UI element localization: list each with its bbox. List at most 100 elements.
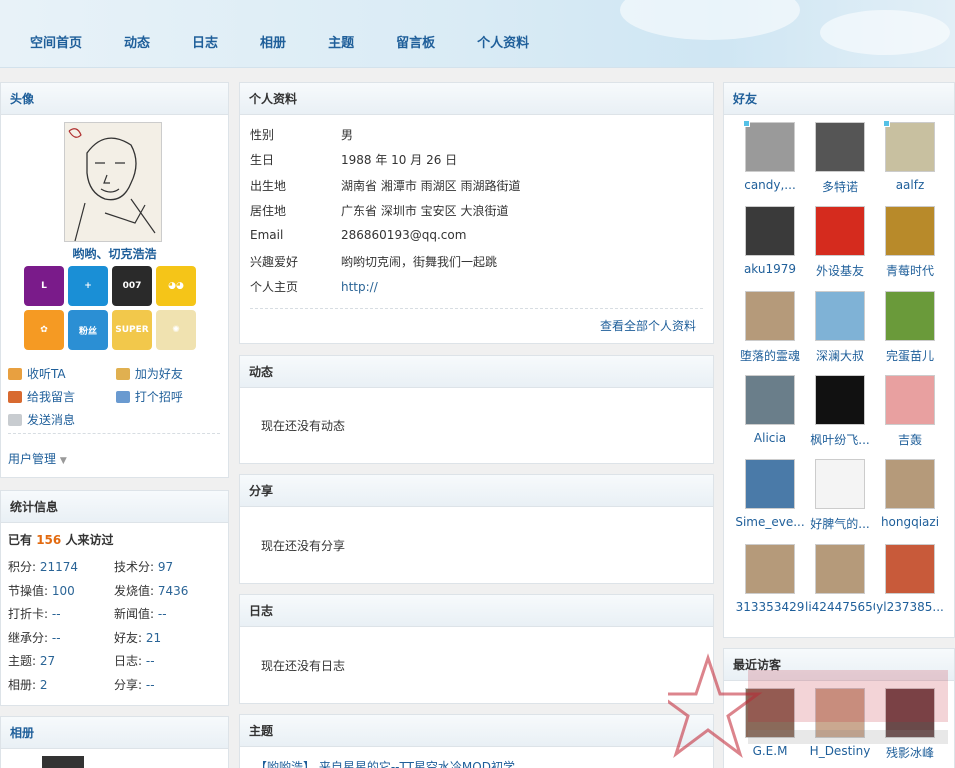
add-friend-button[interactable]: 加为好友 (115, 362, 220, 385)
badge-icon[interactable]: ◕◕ (156, 266, 196, 306)
stat-label: 技术分: (114, 560, 155, 574)
friend-avatar[interactable] (745, 290, 795, 341)
friend-item[interactable]: aalfz (875, 120, 945, 192)
homepage-link[interactable]: http:// (341, 280, 378, 294)
friend-item[interactable]: 枫叶纷飞... (805, 374, 875, 448)
friend-item[interactable]: 青莓时代 (875, 206, 945, 279)
friend-avatar[interactable] (745, 543, 795, 594)
visitor-item[interactable]: 残影冰峰 (875, 688, 945, 761)
friend-avatar[interactable] (885, 543, 935, 594)
friend-item[interactable]: 吉轰 (875, 374, 945, 448)
send-message-button[interactable]: 发送消息 (8, 408, 112, 431)
poke-button[interactable]: 打个招呼 (115, 385, 220, 408)
badge-icon[interactable]: ✿ (24, 310, 64, 350)
visitor-avatar[interactable] (885, 688, 935, 738)
nav-home[interactable]: 空间首页 (30, 32, 82, 51)
friend-name[interactable]: li424475650 (805, 600, 875, 614)
friend-item[interactable]: li424475650 (805, 543, 875, 614)
badge-icon[interactable]: 007 (112, 266, 152, 306)
friend-name[interactable]: 外设基友 (805, 262, 875, 279)
friend-avatar[interactable] (745, 459, 795, 510)
friend-item[interactable]: aku1979 (735, 206, 805, 276)
avatar[interactable] (64, 122, 162, 242)
friend-name[interactable]: 青莓时代 (875, 262, 945, 279)
nav-topic[interactable]: 主题 (328, 32, 354, 51)
leave-message-button[interactable]: 给我留言 (8, 385, 112, 408)
friend-item[interactable]: Alicia (735, 374, 805, 445)
stat-value: 97 (157, 560, 174, 574)
album-thumbnail[interactable] (42, 756, 84, 768)
friend-avatar[interactable] (815, 543, 865, 594)
friend-name[interactable]: 313353429 (735, 600, 805, 614)
friend-name[interactable]: 堕落的霊魂 (735, 347, 805, 364)
friend-name[interactable]: yl237385... (875, 600, 945, 614)
visitor-name[interactable]: H_Destiny (805, 744, 875, 758)
nav-feed[interactable]: 动态 (124, 32, 150, 51)
friend-name[interactable]: 枫叶纷飞... (805, 431, 875, 448)
friend-item[interactable]: 313353429 (735, 543, 805, 614)
friend-name[interactable]: 完蛋苗儿 (875, 347, 945, 364)
visitor-name[interactable]: G.E.M (735, 744, 805, 758)
friend-avatar[interactable] (743, 120, 795, 172)
visitor-avatar[interactable] (815, 688, 865, 738)
friend-name[interactable]: Alicia (735, 431, 805, 445)
stat-item: 好友: 21 (114, 629, 161, 646)
friend-name[interactable]: aku1979 (735, 262, 805, 276)
friend-item[interactable]: candy,... (735, 120, 805, 192)
badge-icon[interactable]: SUPER (112, 310, 152, 350)
friend-avatar[interactable] (885, 206, 935, 257)
nav-profile[interactable]: 个人资料 (477, 32, 529, 51)
friend-item[interactable]: 好脾气的... (805, 459, 875, 532)
visitor-name[interactable]: 残影冰峰 (875, 744, 945, 761)
stat-value: 100 (51, 583, 75, 598)
stat-item: 技术分: 97 (114, 558, 173, 575)
friend-item[interactable]: 外设基友 (805, 206, 875, 279)
friend-name[interactable]: candy,... (735, 178, 805, 192)
friend-avatar[interactable] (885, 459, 935, 510)
topic-panel-title: 主题 (240, 715, 713, 747)
badge-icon[interactable]: + (68, 266, 108, 306)
badge-icon[interactable]: ✺ (156, 310, 196, 350)
friend-avatar[interactable] (885, 374, 935, 425)
friend-name[interactable]: Sime_eve... (735, 515, 805, 529)
friend-item[interactable]: yl237385... (875, 543, 945, 614)
friend-avatar[interactable] (815, 374, 865, 425)
user-manage-dropdown[interactable]: 用户管理 ▼ (8, 450, 67, 467)
feed-empty-text: 现在还没有动态 (261, 419, 346, 433)
friend-item[interactable]: hongqiazi (875, 459, 945, 529)
friend-avatar[interactable] (883, 120, 935, 172)
friend-avatar[interactable] (885, 290, 935, 341)
friend-avatar[interactable] (815, 290, 865, 341)
visitor-item[interactable]: H_Destiny (805, 688, 875, 758)
friend-name[interactable]: 多特诺 (805, 178, 875, 195)
badge-icon[interactable]: L (24, 266, 64, 306)
nav-guestbook[interactable]: 留言板 (396, 32, 435, 51)
view-all-profile-link[interactable]: 查看全部个人资料 (600, 317, 696, 334)
topic-link[interactable]: 【哟哟浩】 来自星星的它--TT星空水冷MOD初学 (255, 758, 515, 768)
friend-name[interactable]: 深澜大叔 (805, 347, 875, 364)
profile-row: 个人主页 http:// (250, 278, 378, 295)
badge-icon[interactable]: 粉丝 (68, 310, 108, 350)
nav-blog[interactable]: 日志 (192, 32, 218, 51)
friend-item[interactable]: 深澜大叔 (805, 290, 875, 364)
visitor-item[interactable]: G.E.M (735, 688, 805, 758)
friend-avatar[interactable] (815, 459, 865, 510)
friend-name[interactable]: hongqiazi (875, 515, 945, 529)
friend-name[interactable]: 吉轰 (875, 431, 945, 448)
follow-button[interactable]: 收听TA (8, 362, 112, 385)
friend-item[interactable]: Sime_eve... (735, 459, 805, 529)
friend-avatar[interactable] (745, 206, 795, 257)
friend-name[interactable]: 好脾气的... (805, 515, 875, 532)
friend-item[interactable]: 多特诺 (805, 122, 875, 195)
friend-item[interactable]: 完蛋苗儿 (875, 290, 945, 364)
friend-avatar[interactable] (815, 206, 865, 257)
feed-panel: 动态 现在还没有动态 (239, 355, 714, 464)
user-name[interactable]: 哟哟、切克浩浩 (0, 245, 229, 262)
friend-name[interactable]: aalfz (875, 178, 945, 192)
friend-item[interactable]: 堕落的霊魂 (735, 290, 805, 364)
nav-album[interactable]: 相册 (260, 32, 286, 51)
friend-avatar[interactable] (745, 374, 795, 425)
visitor-avatar[interactable] (745, 688, 795, 738)
friend-avatar[interactable] (815, 122, 865, 172)
chevron-down-icon: ▼ (59, 456, 67, 466)
